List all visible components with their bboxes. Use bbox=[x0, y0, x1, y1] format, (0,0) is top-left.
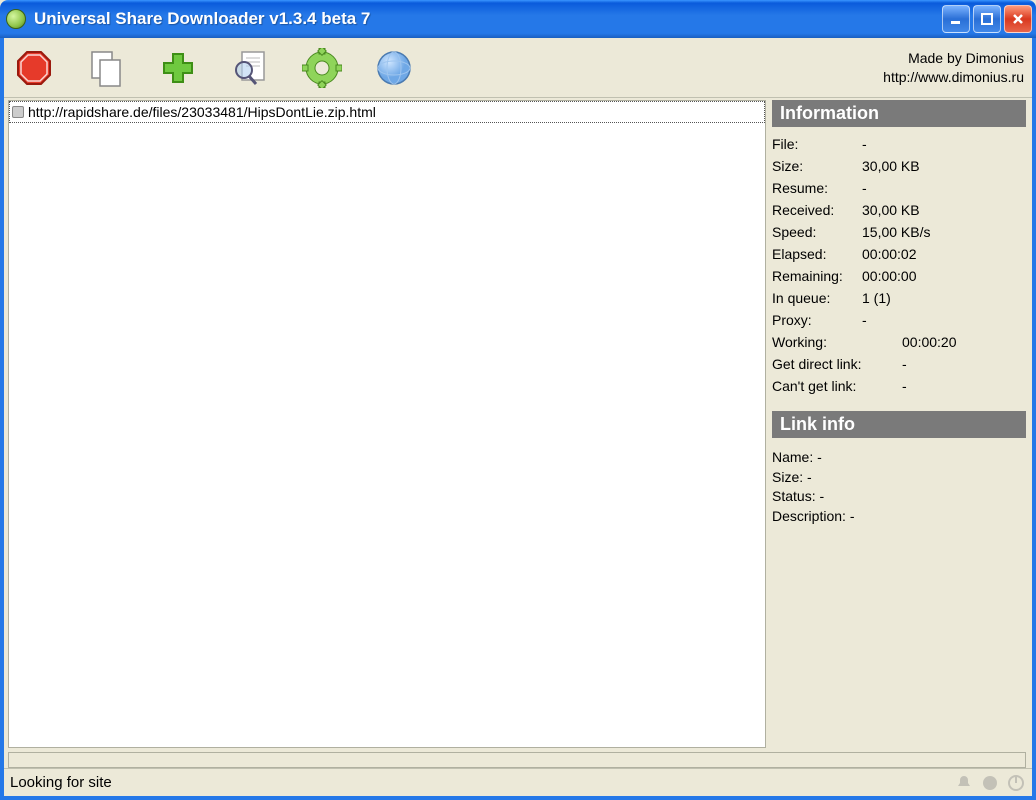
stop-button[interactable] bbox=[12, 46, 56, 90]
info-header: Information bbox=[772, 100, 1026, 127]
credit-block: Made by Dimonius http://www.dimonius.ru bbox=[883, 49, 1024, 85]
progress-bar bbox=[8, 752, 1026, 768]
info-inqueue: In queue:1 (1) bbox=[772, 287, 1026, 309]
statusbar: Looking for site bbox=[4, 768, 1032, 796]
gear-icon bbox=[302, 48, 342, 88]
info-size: Size:30,00 KB bbox=[772, 155, 1026, 177]
info-resume: Resume:- bbox=[772, 177, 1026, 199]
info-remaining: Remaining:00:00:00 bbox=[772, 265, 1026, 287]
info-proxy: Proxy:- bbox=[772, 309, 1026, 331]
main-area: http://rapidshare.de/files/23033481/Hips… bbox=[4, 98, 1032, 748]
credit-url: http://www.dimonius.ru bbox=[883, 68, 1024, 86]
download-list[interactable]: http://rapidshare.de/files/23033481/Hips… bbox=[8, 100, 766, 748]
info-get-direct-link: Get direct link:- bbox=[772, 353, 1026, 375]
list-item[interactable]: http://rapidshare.de/files/23033481/Hips… bbox=[9, 101, 765, 123]
status-globe-icon[interactable] bbox=[980, 773, 1000, 793]
status-power-icon[interactable] bbox=[1006, 773, 1026, 793]
side-panel: Information File:- Size:30,00 KB Resume:… bbox=[772, 100, 1026, 748]
linkinfo-header: Link info bbox=[772, 411, 1026, 438]
minimize-button[interactable] bbox=[942, 5, 970, 33]
add-button[interactable] bbox=[156, 46, 200, 90]
status-text: Looking for site bbox=[10, 774, 954, 791]
close-button[interactable] bbox=[1004, 5, 1032, 33]
info-table: File:- Size:30,00 KB Resume:- Received:3… bbox=[772, 131, 1026, 407]
search-button[interactable] bbox=[228, 46, 272, 90]
search-icon bbox=[230, 48, 270, 88]
toolbar-buttons bbox=[12, 46, 416, 90]
web-button[interactable] bbox=[372, 46, 416, 90]
info-elapsed: Elapsed:00:00:02 bbox=[772, 243, 1026, 265]
status-icons bbox=[954, 773, 1026, 793]
plus-icon bbox=[158, 48, 198, 88]
linkinfo-name: Name: - bbox=[772, 448, 1026, 468]
close-icon bbox=[1011, 12, 1025, 26]
info-working: Working:00:00:20 bbox=[772, 331, 1026, 353]
linkinfo-block: Name: - Size: - Status: - Description: - bbox=[772, 442, 1026, 532]
linkinfo-status: Status: - bbox=[772, 487, 1026, 507]
linkinfo-size: Size: - bbox=[772, 468, 1026, 488]
app-icon bbox=[6, 9, 26, 29]
credit-author: Made by Dimonius bbox=[883, 49, 1024, 67]
item-url: http://rapidshare.de/files/23033481/Hips… bbox=[28, 104, 376, 120]
info-cant-get-link: Can't get link:- bbox=[772, 375, 1026, 397]
copy-button[interactable] bbox=[84, 46, 128, 90]
linkinfo-description: Description: - bbox=[772, 507, 1026, 527]
globe-icon bbox=[374, 48, 414, 88]
copy-icon bbox=[86, 48, 126, 88]
item-status-icon bbox=[12, 106, 24, 118]
stop-icon bbox=[14, 48, 54, 88]
settings-button[interactable] bbox=[300, 46, 344, 90]
maximize-button[interactable] bbox=[973, 5, 1001, 33]
window-title: Universal Share Downloader v1.3.4 beta 7 bbox=[34, 9, 942, 29]
minimize-icon bbox=[949, 12, 963, 26]
titlebar: Universal Share Downloader v1.3.4 beta 7 bbox=[0, 0, 1036, 38]
info-file: File:- bbox=[772, 133, 1026, 155]
window-controls bbox=[942, 5, 1032, 33]
status-bell-icon[interactable] bbox=[954, 773, 974, 793]
info-speed: Speed:15,00 KB/s bbox=[772, 221, 1026, 243]
info-received: Received:30,00 KB bbox=[772, 199, 1026, 221]
maximize-icon bbox=[980, 12, 994, 26]
window-body: Made by Dimonius http://www.dimonius.ru … bbox=[0, 38, 1036, 800]
toolbar: Made by Dimonius http://www.dimonius.ru bbox=[4, 38, 1032, 98]
